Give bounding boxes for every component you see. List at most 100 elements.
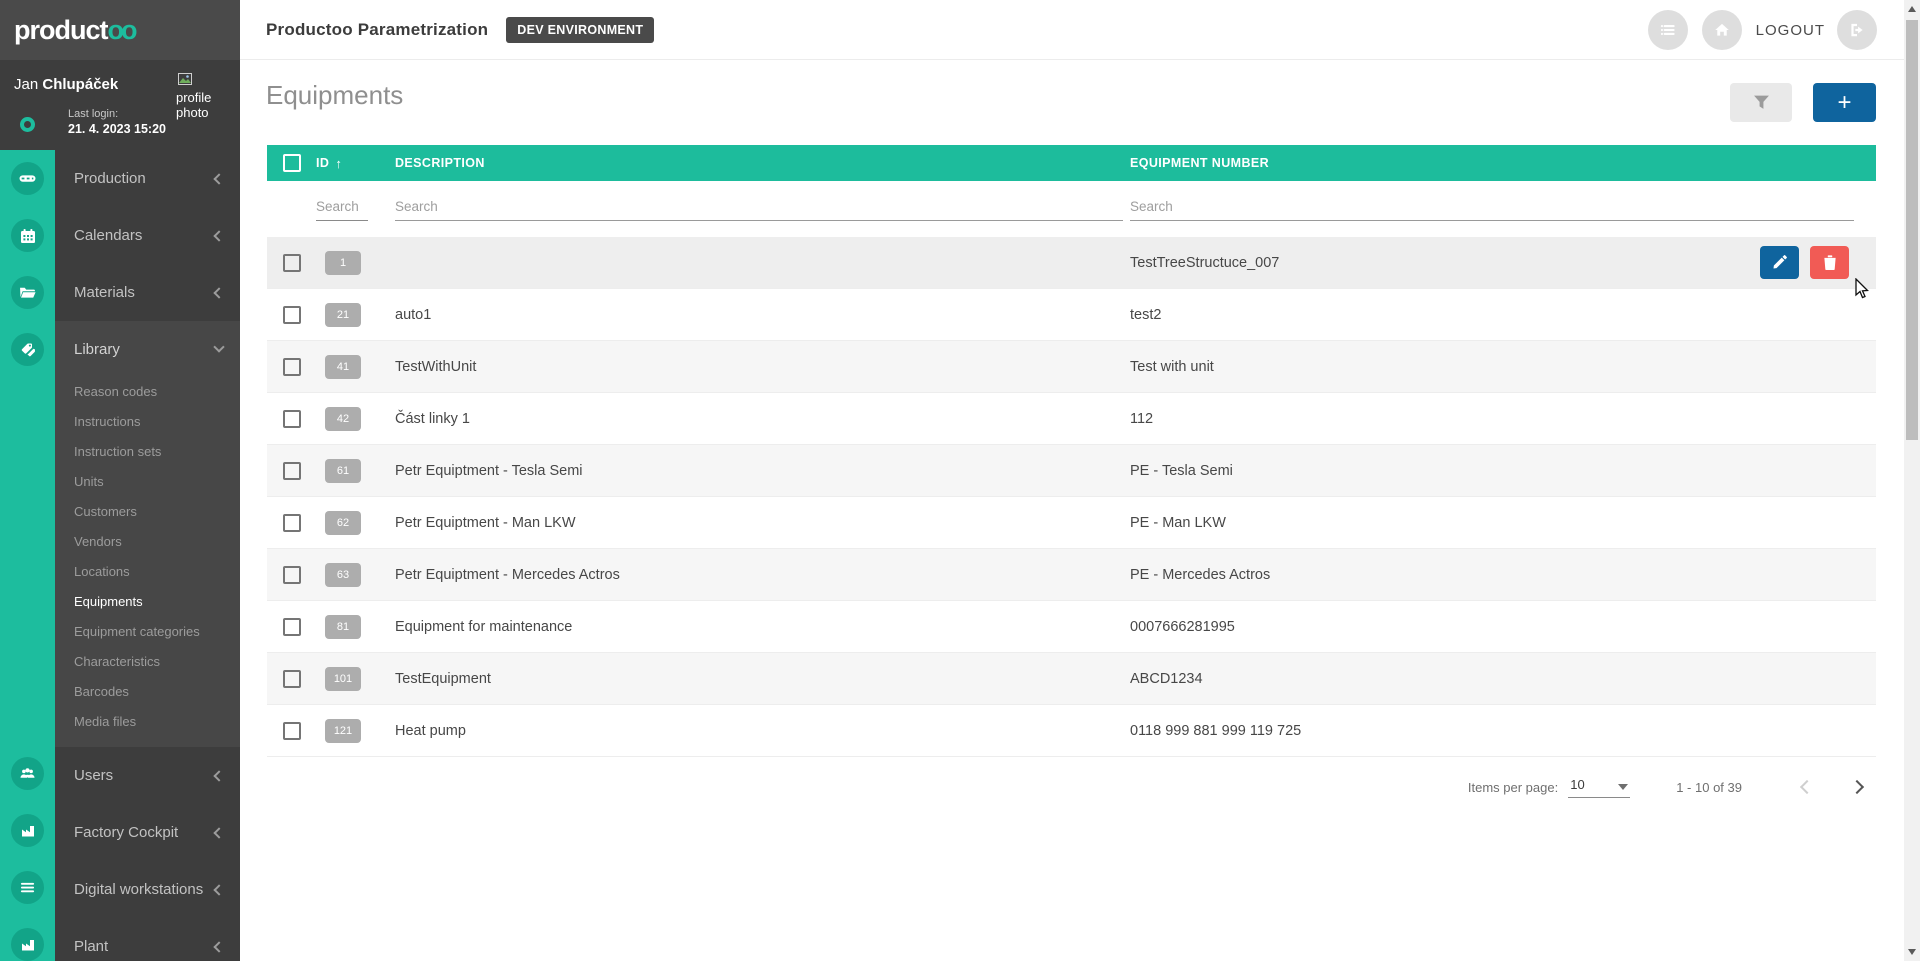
users-icon[interactable] [11, 757, 44, 790]
factory-icon[interactable] [11, 928, 44, 961]
items-per-page-select[interactable]: 10 [1568, 777, 1631, 798]
logout-button[interactable]: LOGOUT [1756, 22, 1825, 39]
table-row[interactable]: 62 Petr Equiptment - Man LKW PE - Man LK… [267, 497, 1876, 549]
filter-button[interactable] [1730, 83, 1792, 122]
sidebar-subitem-customers[interactable]: Customers [55, 497, 240, 527]
row-checkbox[interactable] [283, 721, 301, 740]
calendar-icon[interactable] [11, 219, 44, 252]
chevron-left-icon [213, 940, 225, 953]
table-row[interactable]: 63 Petr Equiptment - Mercedes Actros PE … [267, 549, 1876, 601]
menu-lines-icon[interactable] [11, 871, 44, 904]
delete-row-button[interactable] [1810, 246, 1849, 279]
menu-list-icon[interactable] [1647, 10, 1688, 50]
chevron-left-icon [213, 286, 225, 299]
row-checkbox[interactable] [283, 305, 301, 324]
sidebar-item-library[interactable]: Library [55, 321, 240, 377]
row-equipment-number: PE - Mercedes Actros [1130, 566, 1271, 583]
row-id-badge: 21 [325, 302, 361, 327]
column-header-description[interactable]: DESCRIPTION [395, 156, 1130, 170]
scroll-up-arrow-icon[interactable] [1908, 6, 1916, 12]
logo-accent-text: oo [107, 14, 138, 45]
sidebar-item-calendars[interactable]: Calendars [55, 207, 240, 264]
row-checkbox[interactable] [283, 461, 301, 480]
table-header-row: ID ↑ DESCRIPTION EQUIPMENT NUMBER [267, 145, 1876, 181]
sidebar-subitem-equipment-categories[interactable]: Equipment categories [55, 617, 240, 647]
add-equipment-button[interactable]: + [1813, 83, 1876, 122]
row-checkbox[interactable] [283, 253, 301, 272]
row-id-badge: 63 [325, 562, 361, 587]
home-icon[interactable] [1701, 10, 1742, 50]
scroll-down-arrow-icon[interactable] [1908, 949, 1916, 955]
sidebar-subitem-vendors[interactable]: Vendors [55, 527, 240, 557]
row-checkbox[interactable] [283, 357, 301, 376]
row-checkbox[interactable] [283, 565, 301, 584]
sidebar-item-users[interactable]: Users [55, 747, 240, 804]
search-description-input[interactable] [395, 195, 1123, 221]
sidebar-item-production[interactable]: Production [55, 150, 240, 207]
items-per-page-label: Items per page: [1467, 779, 1559, 795]
sidebar-subitem-characteristics[interactable]: Characteristics [55, 647, 240, 677]
sidebar-item-factory-cockpit[interactable]: Factory Cockpit [55, 804, 240, 861]
table-row[interactable]: 81 Equipment for maintenance 00076662819… [267, 601, 1876, 653]
productoo-logo[interactable]: productoo [14, 14, 138, 46]
row-checkbox[interactable] [283, 513, 301, 532]
sidebar-item-label: Plant [74, 938, 109, 955]
sidebar: productoo Jan Chlupáček Last login: 21. … [0, 0, 240, 961]
previous-page-button[interactable] [1799, 779, 1815, 795]
sidebar-subitem-reason-codes[interactable]: Reason codes [55, 377, 240, 407]
user-panel: Jan Chlupáček Last login: 21. 4. 2023 15… [0, 60, 240, 150]
table-row[interactable]: 41 TestWithUnit Test with unit [267, 341, 1876, 393]
table-row[interactable]: 61 Petr Equiptment - Tesla Semi PE - Tes… [267, 445, 1876, 497]
sidebar-item-plant[interactable]: Plant [55, 918, 240, 961]
row-checkbox[interactable] [283, 617, 301, 636]
sort-asc-icon: ↑ [335, 155, 343, 171]
row-checkbox[interactable] [283, 409, 301, 428]
sidebar-subitem-media-files[interactable]: Media files [55, 707, 240, 737]
sidebar-subitem-units[interactable]: Units [55, 467, 240, 497]
row-id-badge: 62 [325, 510, 361, 535]
sidebar-subitem-barcodes[interactable]: Barcodes [55, 677, 240, 707]
row-description: Petr Equiptment - Mercedes Actros [395, 566, 620, 583]
edit-row-button[interactable] [1760, 246, 1799, 279]
sidebar-subitem-equipments[interactable]: Equipments [55, 587, 240, 617]
row-checkbox[interactable] [283, 669, 301, 688]
row-id-badge: 101 [325, 666, 361, 691]
sidebar-subitem-instruction-sets[interactable]: Instruction sets [55, 437, 240, 467]
sidebar-item-label: Digital workstations [74, 881, 204, 898]
caret-down-icon [1618, 783, 1629, 790]
scrollbar-thumb[interactable] [1906, 20, 1918, 440]
topbar-actions: LOGOUT [1647, 10, 1877, 50]
next-page-button[interactable] [1849, 779, 1865, 795]
user-name: Jan Chlupáček [14, 76, 119, 93]
chevron-left-icon [213, 883, 225, 896]
row-description: TestEquipment [395, 670, 491, 687]
sidebar-item-materials[interactable]: Materials [55, 264, 240, 321]
pagination-range: 1 - 10 of 39 [1676, 779, 1742, 795]
row-description: Petr Equiptment - Tesla Semi [395, 462, 583, 479]
conveyor-icon[interactable] [11, 162, 44, 195]
folder-icon[interactable] [11, 276, 44, 309]
table-row[interactable]: 1 TestTreeStructuce_007 [267, 237, 1876, 289]
chevron-left-icon [213, 229, 225, 242]
column-header-equipment-number[interactable]: EQUIPMENT NUMBER [1130, 156, 1745, 170]
table-row[interactable]: 42 Část linky 1 112 [267, 393, 1876, 445]
search-equipment-number-input[interactable] [1130, 195, 1854, 221]
select-all-checkbox[interactable] [283, 154, 301, 172]
column-header-id[interactable]: ID ↑ [316, 156, 395, 171]
row-description: Equipment for maintenance [395, 618, 573, 635]
table-row[interactable]: 21 auto1 test2 [267, 289, 1876, 341]
tags-icon[interactable] [11, 333, 44, 366]
equipments-table: ID ↑ DESCRIPTION EQUIPMENT NUMBER 1 Test… [267, 145, 1876, 817]
trash-icon [1823, 255, 1836, 270]
table-row[interactable]: 121 Heat pump 0118 999 881 999 119 725 [267, 705, 1876, 757]
sidebar-subitem-locations[interactable]: Locations [55, 557, 240, 587]
vertical-scrollbar[interactable] [1904, 0, 1920, 961]
app-window: productoo Jan Chlupáček Last login: 21. … [0, 0, 1920, 961]
factory-icon[interactable] [11, 814, 44, 847]
logout-icon[interactable] [1837, 10, 1877, 50]
search-id-input[interactable] [316, 195, 368, 221]
sidebar-item-digital-workstations[interactable]: Digital workstations [55, 861, 240, 918]
sidebar-icon-rail [0, 150, 55, 961]
sidebar-subitem-instructions[interactable]: Instructions [55, 407, 240, 437]
table-row[interactable]: 101 TestEquipment ABCD1234 [267, 653, 1876, 705]
